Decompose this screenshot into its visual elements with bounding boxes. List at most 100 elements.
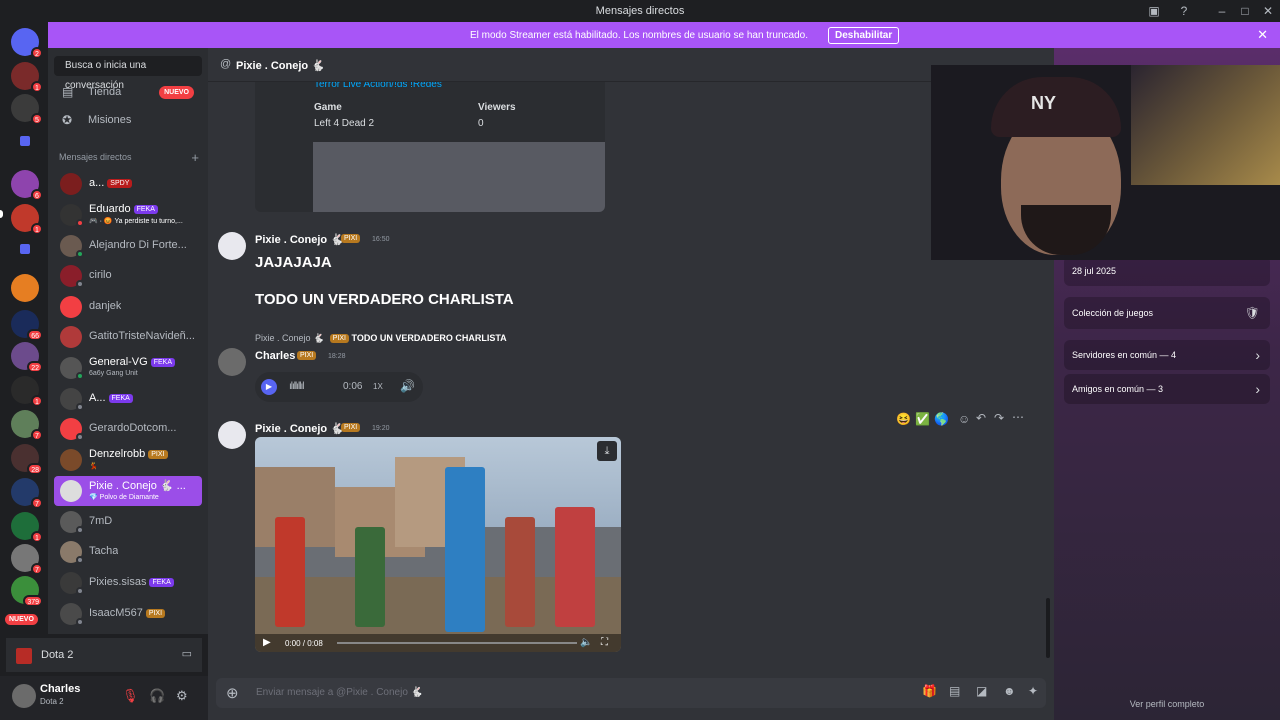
dm-item[interactable]: a... SPDY (54, 169, 202, 199)
server-icon[interactable] (11, 274, 39, 302)
download-icon[interactable]: ⤓ (597, 441, 617, 461)
mutual-friends-card[interactable]: Amigos en común — 3 › (1064, 374, 1270, 404)
avatar (60, 173, 82, 195)
dm-name: Denzelrobb PIXI (89, 448, 168, 460)
dm-item-active[interactable]: Pixie . Conejo 🐇 ... 💎 Polvo de Diamante (54, 476, 202, 506)
nav-tienda-label: Tienda (88, 86, 122, 98)
message-author[interactable]: Charles (255, 350, 295, 362)
gif-icon[interactable]: ▤ (949, 684, 960, 698)
screen-share-icon[interactable]: ▭ (182, 647, 192, 660)
avatar[interactable] (218, 348, 246, 376)
scrollbar[interactable] (1046, 598, 1050, 658)
dm-name: 7mD (89, 515, 113, 527)
server-icon[interactable]: 28 (11, 444, 43, 475)
now-playing[interactable]: Dota 2 ▭ (6, 638, 202, 672)
server-icon[interactable]: 6 (11, 170, 43, 201)
disable-streamer-button[interactable]: Deshabilitar (828, 27, 900, 44)
video-attachment[interactable]: ⤓ ▶ 0:00 / 0:08 🔈 ⛶ (255, 437, 621, 652)
add-attachment-icon[interactable]: ⊕ (226, 684, 239, 702)
dm-item[interactable]: Denzelrobb PIXI 💃 (54, 445, 202, 475)
message-input[interactable]: ⊕ Enviar mensaje a @Pixie . Conejo 🐇 🎁 ▤… (216, 678, 1046, 708)
view-full-profile-link[interactable]: Ver perfil completo (1054, 699, 1280, 709)
server-icon[interactable]: 7 (11, 410, 43, 441)
server-icon[interactable]: 379 (11, 576, 43, 607)
server-icon[interactable]: 1 (11, 204, 43, 235)
game-collection-card[interactable]: Colección de juegos 🛡 (1064, 297, 1270, 329)
gear-icon[interactable]: ⚙ (176, 688, 188, 704)
headphones-icon[interactable]: 🎧 (149, 688, 165, 704)
add-reaction-icon[interactable]: ☺ (958, 412, 970, 426)
apps-icon[interactable]: ✦ (1028, 684, 1038, 698)
dm-name: cirilo (89, 269, 112, 281)
nav-tienda[interactable]: ▤ Tienda NUEVO (54, 80, 202, 104)
dm-status-text: 💃 (89, 463, 98, 470)
dm-item[interactable]: 7mD (54, 507, 202, 537)
maximize-button[interactable]: □ (1237, 3, 1253, 19)
emoji-icon[interactable]: ☻ (1003, 684, 1016, 698)
search-input[interactable]: Busca o inicia una conversación (54, 56, 202, 91)
forward-icon[interactable]: ↷ (994, 411, 1004, 425)
reaction-emoji-icon[interactable]: 😆 (896, 412, 911, 426)
discord-home-icon[interactable]: 2 (11, 28, 43, 59)
dm-item[interactable]: Pixies.sisas FEKA (54, 568, 202, 598)
dm-item[interactable]: General-VG FEKA 6a6y Gang Unit (54, 353, 202, 383)
reply-icon[interactable]: ↶ (976, 411, 986, 425)
dm-item[interactable]: GerardoDotcom... (54, 414, 202, 444)
reaction-globe-icon[interactable]: 🌎 (934, 412, 949, 426)
add-dm-icon[interactable]: + (191, 150, 199, 165)
play-icon[interactable]: ▶ (261, 379, 277, 395)
fullscreen-icon[interactable]: ⛶ (601, 637, 608, 648)
reply-preview[interactable]: Pixie . Conejo 🐇 PIXI TODO UN VERDADERO … (255, 333, 507, 344)
dm-item[interactable]: IsaacM567 PIXI (54, 599, 202, 629)
sticker-icon[interactable]: ◪ (976, 684, 987, 698)
nuevo-badge[interactable]: NUEVO (5, 614, 38, 625)
window-close-button[interactable]: ✕ (1260, 3, 1276, 19)
avatar[interactable] (218, 232, 246, 260)
play-icon[interactable]: ▶ (263, 637, 271, 648)
more-icon[interactable]: ⋯ (1012, 410, 1024, 424)
message-author[interactable]: Pixie . Conejo 🐇 (255, 233, 344, 246)
minimize-button[interactable]: – (1214, 3, 1230, 19)
server-icon[interactable]: 7 (11, 544, 43, 575)
embed-image[interactable] (313, 142, 605, 212)
unread-badge: 2 (31, 47, 43, 59)
dm-item[interactable]: cirilo (54, 261, 202, 291)
video-progress[interactable] (337, 642, 577, 644)
help-icon[interactable]: ? (1176, 3, 1192, 19)
embed-title[interactable]: Terror Live Action/!ds !Redes (314, 82, 442, 90)
folder-icon[interactable] (20, 244, 30, 254)
unread-badge: 6 (31, 189, 43, 201)
dm-item[interactable]: Eduardo FEKA 🎮 · 😡 Ya perdiste tu turno,.… (54, 200, 202, 230)
dm-item[interactable]: danjek (54, 292, 202, 322)
server-icon[interactable]: 22 (11, 342, 43, 373)
avatar[interactable] (218, 421, 246, 449)
dm-item[interactable]: GatitoTristeNavideñ... (54, 322, 202, 352)
server-icon[interactable]: 1 (11, 62, 43, 93)
volume-icon[interactable]: 🔊 (400, 379, 415, 393)
nav-misiones[interactable]: ✪ Misiones (54, 108, 202, 132)
dm-item[interactable]: A... FEKA (54, 384, 202, 414)
server-icon[interactable]: 66 (11, 310, 43, 341)
inbox-icon[interactable]: ▣ (1146, 3, 1162, 19)
server-icon[interactable]: 5 (11, 94, 43, 125)
reaction-check-icon[interactable]: ✅ (915, 412, 930, 426)
gift-icon[interactable]: 🎁 (922, 684, 937, 698)
playback-speed[interactable]: 1X (373, 382, 383, 391)
server-icon[interactable]: 1 (11, 512, 43, 543)
dm-item[interactable]: Tacha (54, 537, 202, 567)
close-icon[interactable]: ✕ (1257, 27, 1268, 43)
game-collection-label: Colección de juegos (1072, 308, 1154, 318)
message-author[interactable]: Pixie . Conejo 🐇 (255, 422, 344, 435)
mute-mic-icon[interactable]: 🎙 (122, 688, 139, 704)
server-icon[interactable]: 1 (11, 376, 43, 407)
waveform[interactable]: ılıllıllıl (289, 381, 304, 392)
server-icon[interactable]: 7 (11, 478, 43, 509)
status-dot (76, 526, 84, 534)
mutual-servers-card[interactable]: Servidores en común — 4 › (1064, 340, 1270, 370)
avatar[interactable] (12, 684, 36, 708)
folder-icon[interactable] (20, 136, 30, 146)
chat-title[interactable]: Pixie . Conejo 🐇 (236, 59, 325, 72)
volume-icon[interactable]: 🔈 (580, 637, 592, 648)
username[interactable]: Charles (40, 683, 80, 695)
dm-item[interactable]: Alejandro Di Forte... (54, 231, 202, 261)
